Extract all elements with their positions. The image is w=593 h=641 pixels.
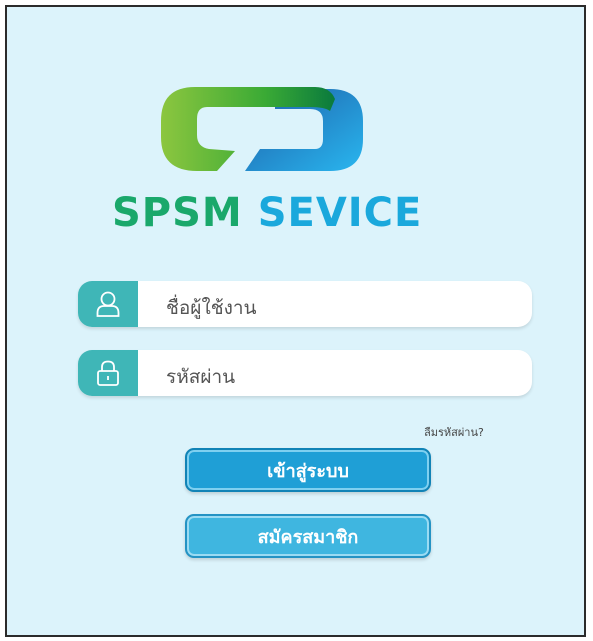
password-field[interactable]: รหัสผ่าน [78, 350, 532, 396]
lock-icon-cap [78, 350, 138, 396]
brand-title: SPSM SEVICE [112, 190, 492, 236]
username-field[interactable]: ชื่อผู้ใช้งาน [78, 281, 532, 327]
login-screen: SPSM SEVICE ชื่อผู้ใช้งาน รหัสผ่าน ลืมรห… [5, 5, 586, 637]
brand-name-primary: SPSM [112, 190, 243, 236]
register-button[interactable]: สมัครสมาชิก [185, 514, 431, 558]
user-icon [96, 291, 120, 317]
forgot-password-link[interactable]: ลืมรหัสผ่าน? [424, 423, 484, 441]
password-input[interactable]: รหัสผ่าน [166, 362, 235, 392]
lock-icon [97, 360, 119, 386]
brand-name-secondary: SEVICE [257, 190, 423, 236]
app-logo-icon [161, 87, 363, 171]
login-button[interactable]: เข้าสู่ระบบ [185, 448, 431, 492]
user-icon-cap [78, 281, 138, 327]
username-input[interactable]: ชื่อผู้ใช้งาน [166, 293, 257, 323]
